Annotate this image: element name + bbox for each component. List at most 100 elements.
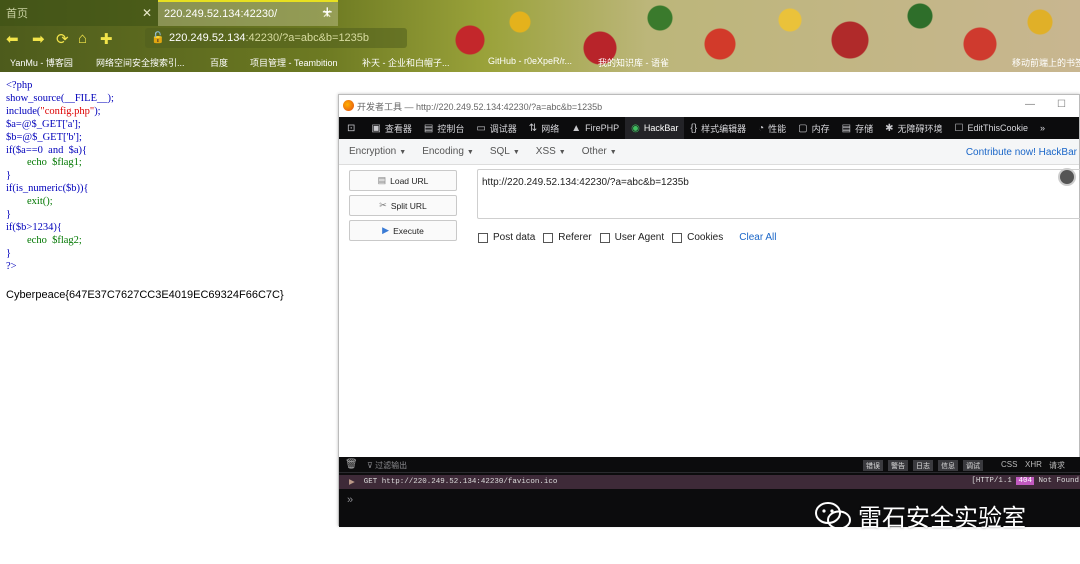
url-host: 220.249.52.134 xyxy=(169,32,246,44)
forward-icon[interactable]: ➡ xyxy=(32,30,45,48)
console-filter-button[interactable]: 信息 xyxy=(938,460,958,471)
devtools-tab-hackbar[interactable]: ◉ HackBar xyxy=(625,117,685,139)
checkbox[interactable] xyxy=(599,232,610,243)
console-filter-button[interactable]: 警告 xyxy=(888,460,908,471)
bookmarks-bar: YanMu - 博客园 网络空间安全搜索引... 百度 项目管理 - Teamb… xyxy=(0,52,1080,72)
maximize-icon[interactable]: ☐ xyxy=(1057,99,1066,110)
source-line: echo $flag2; xyxy=(6,234,82,246)
option-referer-checkbox[interactable]: Referer xyxy=(543,232,592,243)
home-icon[interactable]: ⌂ xyxy=(78,30,87,47)
checkbox[interactable] xyxy=(478,232,488,243)
option-post-data-checkbox[interactable]: Post data xyxy=(478,232,535,243)
load-url-button[interactable]: ▤ Load URL xyxy=(349,170,457,191)
console-filter-button[interactable]: 错误 xyxy=(863,460,883,471)
bookmark-item[interactable]: 补天 - 企业和白帽子... xyxy=(362,56,450,69)
tab-active[interactable]: 220.249.52.134:42230/ ✕ xyxy=(158,0,338,26)
devtools-tab-2[interactable]: ▭ 调试器 xyxy=(470,117,522,139)
php-source: <?php show_source(__FILE__); include("conf… xyxy=(6,80,114,274)
console-prompt[interactable]: » xyxy=(347,494,353,506)
bookmark-item[interactable]: GitHub - r0eXpeR/r... xyxy=(488,56,572,66)
hackbar-icon: ◉ xyxy=(631,122,640,134)
accessibility-icon: ✱ xyxy=(885,122,894,134)
execute-button[interactable]: ▶ Execute xyxy=(349,220,457,241)
console-filter-bar: 🗑 ⊽ 过滤输出 错误 警告 日志 信息 调试 CSS XHR 请求 xyxy=(339,457,1080,473)
source-line: } xyxy=(6,247,12,259)
watermark-text: 雷石安全实验室 xyxy=(858,504,1026,532)
source-line: exit(); xyxy=(6,196,53,208)
wechat-icon xyxy=(815,501,851,529)
url-value: http://220.249.52.134:42230/?a=abc&b=123… xyxy=(482,177,689,188)
devtools-tab-1[interactable]: ▤ 控制台 xyxy=(418,117,470,139)
http-status: [HTTP/1.1 404 Not Found xyxy=(971,477,1079,485)
menu-encryption[interactable]: Encryption ▼ xyxy=(343,146,412,157)
dropdown-caret-icon: ▼ xyxy=(512,149,520,156)
insecure-lock-icon: 🔓 xyxy=(151,32,165,44)
option-cookies-checkbox[interactable]: Cookies xyxy=(672,232,723,243)
devtools-tab-editthiscookie[interactable]: ☐ EditThisCookie xyxy=(948,117,1034,139)
debugger-icon: ▭ xyxy=(476,122,486,134)
devtools-tab-10[interactable]: ✱ 无障碍环境 xyxy=(879,117,948,139)
back-icon[interactable]: ⬅ xyxy=(6,30,19,48)
bookmark-item[interactable]: 移动前端上的书签 xyxy=(1012,56,1080,69)
dropdown-caret-icon: ▼ xyxy=(609,149,617,156)
split-icon: ✂ xyxy=(379,200,387,210)
bookmark-item[interactable]: 网络空间安全搜索引... xyxy=(96,56,185,69)
menu-xss[interactable]: XSS ▼ xyxy=(530,146,572,157)
menu-encoding[interactable]: Encoding ▼ xyxy=(416,146,480,157)
filter-input[interactable]: ⊽ 过滤输出 xyxy=(367,460,407,471)
console-filter-button[interactable]: 日志 xyxy=(913,460,933,471)
console-type-filter[interactable]: XHR xyxy=(1025,460,1042,469)
console-filter-button[interactable]: 调试 xyxy=(963,460,983,471)
extension-icon[interactable]: ✚ xyxy=(100,30,113,48)
new-tab-icon[interactable]: + xyxy=(322,2,333,23)
contribute-link[interactable]: Contribute now! HackBar xyxy=(966,147,1077,158)
reload-icon[interactable]: ⟳ xyxy=(56,30,69,48)
more-tabs-icon[interactable]: » xyxy=(1034,117,1051,139)
menu-sql[interactable]: SQL ▼ xyxy=(484,146,526,157)
devtools-tabs: ⊡ ▣ 查看器 ▤ 控制台 ▭ 调试器 ⇅ 网络 ▲ FirePHP ◉ HackBar{} 样式编辑器… xyxy=(339,117,1079,139)
hackbar-url-textarea[interactable]: http://220.249.52.134:42230/?a=abc&b=123… xyxy=(477,168,1080,219)
devtools-titlebar: 开发者工具 — http://220.249.52.134:42230/?a=a… xyxy=(339,95,1079,117)
split-url-button[interactable]: ✂ Split URL xyxy=(349,195,457,216)
address-bar[interactable]: 🔓 220.249.52.134:42230/?a=abc&b=1235b xyxy=(145,28,407,48)
network-log-row[interactable]: ▶ GET http://220.249.52.134:42230/favico… xyxy=(339,475,1080,489)
menu-other[interactable]: Other ▼ xyxy=(576,146,623,157)
source-line: echo $flag1; xyxy=(6,157,82,169)
clear-all-button[interactable]: Clear All xyxy=(739,232,776,243)
source-line: if($b>1234){ xyxy=(6,221,62,233)
option-user-agent-checkbox[interactable]: User Agent xyxy=(599,232,664,243)
devtools-tab-8[interactable]: ▢ 内存 xyxy=(792,117,835,139)
console-type-filter[interactable]: CSS xyxy=(1001,460,1017,469)
devtools-tab-9[interactable]: ▤ 存储 xyxy=(836,117,879,139)
tab-title: 220.249.52.134:42230/ xyxy=(164,8,278,20)
bookmark-item[interactable]: 我的知识库 - 语雀 xyxy=(598,56,669,69)
resize-handle[interactable] xyxy=(1058,168,1076,186)
checkbox[interactable] xyxy=(672,232,683,243)
close-tab-icon[interactable]: ✕ xyxy=(142,6,152,20)
devtools-tab-firephp[interactable]: ▲ FirePHP xyxy=(565,117,625,139)
network-icon: ⇅ xyxy=(528,122,538,134)
wechat-watermark: 雷石安全实验室 xyxy=(814,498,1026,533)
bookmark-item[interactable]: 百度 xyxy=(210,56,228,69)
source-line: $a=@$_GET['a']; xyxy=(6,118,81,130)
devtools-tab-7[interactable]: ◔ 性能 xyxy=(752,117,792,139)
tab-home[interactable]: 首页 ✕ xyxy=(0,0,158,26)
source-line: show_source(__FILE__); xyxy=(6,92,114,104)
bookmark-item[interactable]: YanMu - 博客园 xyxy=(10,56,73,69)
minimize-icon[interactable]: — xyxy=(1025,99,1035,110)
load-icon: ▤ xyxy=(377,175,387,185)
devtools-tab-6[interactable]: {} 样式编辑器 xyxy=(684,117,752,139)
trash-icon[interactable]: 🗑 xyxy=(345,459,358,470)
console-icon: ▤ xyxy=(423,122,434,134)
memory-icon: ▢ xyxy=(798,122,808,134)
console-type-filter[interactable]: 请求 xyxy=(1049,460,1065,471)
expand-arrow-icon[interactable]: ▶ xyxy=(349,477,355,487)
firephp-icon: ▲ xyxy=(571,122,582,134)
devtools-menu-icon[interactable]: ⊡ xyxy=(341,117,365,139)
dropdown-caret-icon: ▼ xyxy=(558,149,566,156)
bookmark-item[interactable]: 项目管理 - Teambition xyxy=(250,56,338,69)
devtools-tab-3[interactable]: ⇅ 网络 xyxy=(523,117,565,139)
devtools-tab-0[interactable]: ▣ 查看器 xyxy=(365,117,417,139)
checkbox[interactable] xyxy=(543,232,554,243)
hackbar-options: Post data Referer User Agent Cookies Clear A… xyxy=(478,232,777,243)
